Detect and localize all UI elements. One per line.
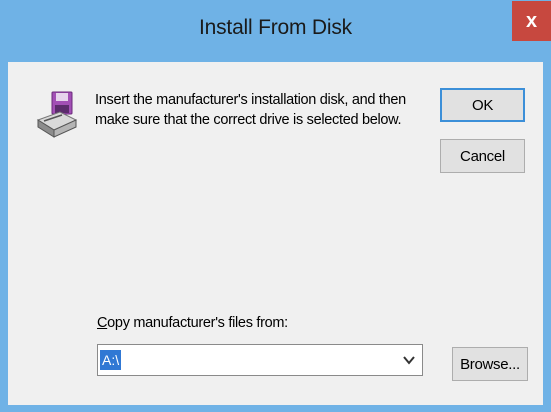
window-title: Install From Disk	[199, 16, 352, 39]
instruction-text: Insert the manufacturer's installation d…	[95, 90, 425, 130]
cancel-button[interactable]: Cancel	[440, 139, 525, 173]
chevron-down-icon[interactable]	[402, 351, 416, 369]
instruction-line-2: make sure that the correct drive is sele…	[95, 112, 402, 128]
instruction-line-1: Insert the manufacturer's installation d…	[95, 92, 406, 108]
floppy-disk-drive-icon	[36, 91, 78, 138]
close-button[interactable]: x	[512, 1, 551, 41]
browse-button[interactable]: Browse...	[452, 347, 528, 381]
close-icon: x	[525, 9, 538, 32]
title-bar[interactable]: Install From Disk x	[0, 0, 551, 62]
path-input-value[interactable]: A:\	[100, 350, 122, 370]
copy-from-path-combobox[interactable]: A:\	[97, 344, 423, 376]
ok-button[interactable]: OK	[440, 88, 525, 122]
copy-from-label: Copy manufacturer's files from:	[97, 315, 288, 331]
dialog-body: Insert the manufacturer's installation d…	[8, 62, 543, 405]
copy-from-label-text: opy manufacturer's files from:	[107, 315, 288, 331]
install-from-disk-dialog: Install From Disk x Insert the manufactu…	[0, 0, 551, 412]
copy-from-label-accelerator: C	[97, 315, 108, 331]
